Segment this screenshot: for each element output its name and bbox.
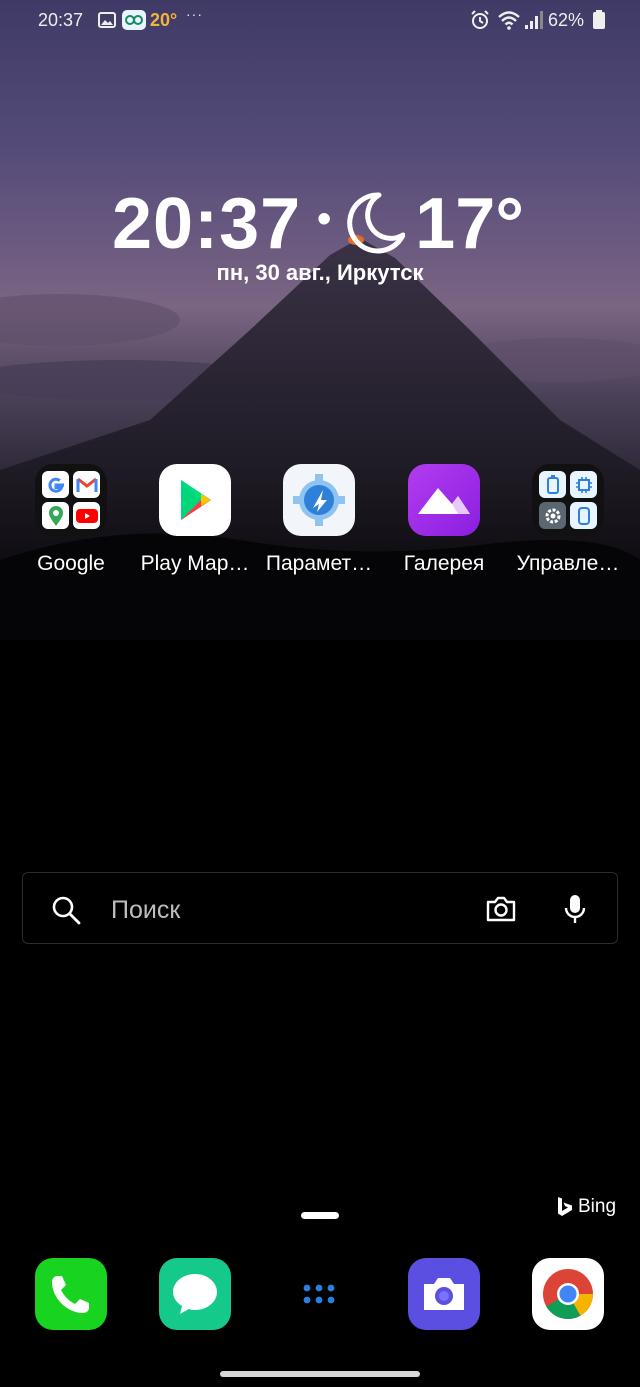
home-apps-row: Google Play Мар… Парамет… Галерея Управл… xyxy=(0,464,640,594)
bing-wallpaper-button[interactable]: Bing xyxy=(556,1196,616,1218)
alarm-icon xyxy=(470,10,490,35)
camera-app-icon xyxy=(424,1278,464,1310)
app-drawer-button[interactable] xyxy=(283,1258,355,1330)
more-notifications-icon: ··· xyxy=(186,6,203,22)
storage-app-icon xyxy=(570,502,597,529)
settings-app-icon xyxy=(283,464,355,536)
app-label: Галерея xyxy=(403,552,485,575)
app-drawer-icon xyxy=(303,1284,335,1304)
play-store-icon xyxy=(159,464,231,536)
app-gallery[interactable]: Галерея xyxy=(382,464,506,576)
app-label: Play Мар… xyxy=(140,552,250,575)
widget-time: 20:37 xyxy=(112,184,302,264)
weather-app-notification-icon xyxy=(122,10,146,30)
camera-app[interactable] xyxy=(408,1258,480,1330)
chrome-icon xyxy=(543,1269,593,1319)
widget-temperature: 17° xyxy=(415,184,525,264)
signal-icon xyxy=(523,9,545,36)
messages-icon xyxy=(173,1274,217,1314)
app-label: Google xyxy=(37,552,105,575)
app-device-care-folder[interactable]: Управле… xyxy=(506,464,630,576)
wifi-icon xyxy=(497,9,521,36)
google-folder-icon xyxy=(35,464,107,536)
microphone-icon[interactable] xyxy=(563,893,587,930)
bing-icon xyxy=(558,1197,572,1216)
phone-app[interactable] xyxy=(35,1258,107,1330)
gmail-icon xyxy=(73,471,100,498)
gesture-home-bar[interactable] xyxy=(220,1371,420,1377)
status-time: 20:37 xyxy=(38,10,84,30)
battery-percent: 62% xyxy=(548,10,585,30)
image-notification-icon xyxy=(98,12,116,33)
app-settings[interactable]: Парамет… xyxy=(257,464,381,576)
chip-app-icon xyxy=(570,471,597,498)
messages-app[interactable] xyxy=(159,1258,231,1330)
search-input[interactable]: Поиск xyxy=(111,896,180,925)
chrome-app[interactable] xyxy=(532,1258,604,1330)
app-google-folder[interactable]: Google xyxy=(9,464,133,576)
google-icon xyxy=(42,471,69,498)
app-label: Управле… xyxy=(516,552,620,575)
gear-icon xyxy=(539,502,566,529)
maps-icon xyxy=(42,502,69,529)
camera-search-icon[interactable] xyxy=(485,895,517,928)
phone-icon xyxy=(52,1276,89,1313)
moon-icon xyxy=(345,191,406,260)
search-icon xyxy=(51,895,81,930)
widget-date-location: пн, 30 авг., Иркутск xyxy=(216,260,424,285)
status-temperature: 20° xyxy=(150,10,178,30)
dock xyxy=(0,1258,640,1332)
device-care-folder-icon xyxy=(532,464,604,536)
youtube-icon xyxy=(73,502,100,529)
clock-weather-widget[interactable]: 20:37 • 17° пн, 30 авг., Иркутск xyxy=(0,180,640,290)
battery-icon xyxy=(592,10,606,35)
gallery-icon xyxy=(408,464,480,536)
search-bar[interactable]: Поиск xyxy=(22,872,618,944)
app-label: Парамет… xyxy=(265,552,373,575)
page-indicator xyxy=(301,1212,339,1219)
status-bar: 20:37 20° ··· 62% xyxy=(0,0,640,40)
widget-separator: • xyxy=(317,196,332,241)
battery-app-icon xyxy=(539,471,566,498)
app-play-store[interactable]: Play Мар… xyxy=(133,464,257,576)
bing-label: Bing xyxy=(578,1196,617,1217)
